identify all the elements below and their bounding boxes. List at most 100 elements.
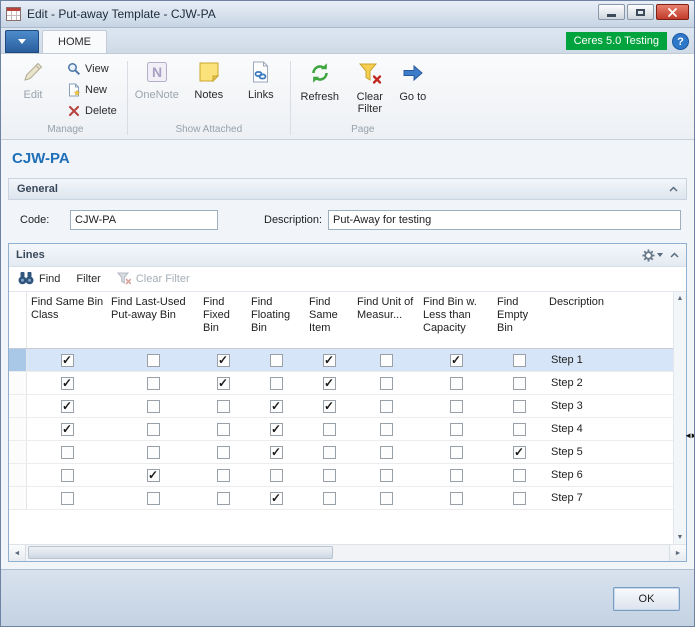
- description-cell[interactable]: Step 3: [545, 400, 673, 412]
- code-input[interactable]: [70, 210, 218, 230]
- row-selector[interactable]: [9, 418, 27, 440]
- checkbox[interactable]: [450, 423, 463, 436]
- checkbox[interactable]: [323, 423, 336, 436]
- column-header[interactable]: Find Last-Used Put-away Bin: [107, 292, 199, 348]
- scroll-up-button[interactable]: ▲: [674, 292, 686, 305]
- horizontal-scroll-track[interactable]: [26, 545, 669, 561]
- checkbox[interactable]: [380, 469, 393, 482]
- checkbox[interactable]: [217, 492, 230, 505]
- checkbox[interactable]: [147, 377, 160, 390]
- checkbox[interactable]: ✓: [270, 400, 283, 413]
- checkbox[interactable]: [450, 446, 463, 459]
- checkbox[interactable]: [270, 354, 283, 367]
- horizontal-scroll-thumb[interactable]: [28, 546, 333, 559]
- go-to-button[interactable]: Go to: [394, 56, 432, 120]
- lines-section-header[interactable]: Lines: [9, 244, 686, 267]
- help-button[interactable]: ?: [672, 33, 689, 50]
- app-menu-button[interactable]: [5, 30, 39, 53]
- column-header[interactable]: Find Bin w. Less than Capacity: [419, 292, 493, 348]
- description-cell[interactable]: Step 6: [545, 469, 673, 481]
- window-resize-handle[interactable]: ◄►: [684, 431, 695, 440]
- checkbox[interactable]: [513, 377, 526, 390]
- delete-button[interactable]: Delete: [59, 100, 124, 121]
- scroll-right-button[interactable]: ►: [669, 545, 686, 561]
- description-cell[interactable]: Step 7: [545, 492, 673, 504]
- collapse-general-chevron-icon[interactable]: [669, 186, 678, 192]
- refresh-button[interactable]: Refresh: [294, 56, 346, 120]
- checkbox[interactable]: [450, 400, 463, 413]
- close-button[interactable]: [656, 4, 689, 20]
- checkbox[interactable]: [450, 469, 463, 482]
- checkbox[interactable]: [61, 469, 74, 482]
- checkbox[interactable]: [217, 446, 230, 459]
- checkbox[interactable]: ✓: [61, 377, 74, 390]
- checkbox[interactable]: ✓: [61, 400, 74, 413]
- vertical-scroll-track[interactable]: [674, 305, 686, 531]
- grid-row[interactable]: ✓ ✓ Step 4: [9, 418, 673, 441]
- checkbox[interactable]: [217, 423, 230, 436]
- maximize-button[interactable]: [627, 4, 654, 20]
- checkbox[interactable]: [513, 492, 526, 505]
- grid-row[interactable]: ✓✓✓✓Step 1: [9, 349, 673, 372]
- checkbox[interactable]: ✓: [61, 423, 74, 436]
- checkbox[interactable]: [450, 377, 463, 390]
- checkbox[interactable]: [217, 400, 230, 413]
- checkbox[interactable]: [217, 469, 230, 482]
- clear-filter-ribbon-button[interactable]: Clear Filter: [346, 56, 394, 120]
- checkbox[interactable]: [380, 354, 393, 367]
- notes-button[interactable]: Notes: [183, 56, 235, 120]
- ok-button[interactable]: OK: [613, 587, 680, 611]
- column-header[interactable]: Find Same Bin Class: [27, 292, 107, 348]
- horizontal-scrollbar[interactable]: ◄ ►: [9, 544, 686, 561]
- view-button[interactable]: View: [59, 58, 124, 79]
- actions-gear-icon[interactable]: [642, 249, 663, 262]
- checkbox[interactable]: ✓: [270, 423, 283, 436]
- checkbox[interactable]: ✓: [217, 377, 230, 390]
- new-button[interactable]: New: [59, 79, 124, 100]
- description-cell[interactable]: Step 1: [545, 354, 673, 366]
- checkbox[interactable]: [513, 354, 526, 367]
- checkbox[interactable]: [323, 446, 336, 459]
- checkbox[interactable]: [270, 469, 283, 482]
- row-selector[interactable]: [9, 395, 27, 417]
- description-cell[interactable]: Step 2: [545, 377, 673, 389]
- row-selector[interactable]: [9, 349, 27, 371]
- row-selector[interactable]: [9, 441, 27, 463]
- checkbox[interactable]: ✓: [61, 354, 74, 367]
- filter-button[interactable]: Filter: [76, 273, 100, 285]
- checkbox[interactable]: [380, 400, 393, 413]
- checkbox[interactable]: [380, 446, 393, 459]
- grid-row[interactable]: ✓ ✓ ✓ Step 2: [9, 372, 673, 395]
- checkbox[interactable]: [270, 377, 283, 390]
- minimize-button[interactable]: [598, 4, 625, 20]
- checkbox[interactable]: [323, 492, 336, 505]
- description-input[interactable]: [328, 210, 681, 230]
- checkbox[interactable]: ✓: [147, 469, 160, 482]
- grid-row[interactable]: ✓ Step 7: [9, 487, 673, 510]
- checkbox[interactable]: [450, 492, 463, 505]
- checkbox[interactable]: [147, 400, 160, 413]
- description-cell[interactable]: Step 4: [545, 423, 673, 435]
- row-selector[interactable]: [9, 372, 27, 394]
- checkbox[interactable]: ✓: [323, 400, 336, 413]
- column-header[interactable]: Find Fixed Bin: [199, 292, 247, 348]
- checkbox[interactable]: ✓: [513, 446, 526, 459]
- grid-row[interactable]: ✓ Step 6: [9, 464, 673, 487]
- checkbox[interactable]: [380, 492, 393, 505]
- checkbox[interactable]: ✓: [323, 377, 336, 390]
- column-header[interactable]: Find Floating Bin: [247, 292, 305, 348]
- checkbox[interactable]: ✓: [450, 354, 463, 367]
- links-button[interactable]: Links: [235, 56, 287, 120]
- checkbox[interactable]: [323, 469, 336, 482]
- find-button[interactable]: Find: [18, 271, 60, 288]
- grid-row[interactable]: ✓ ✓ ✓ Step 3: [9, 395, 673, 418]
- checkbox[interactable]: [147, 423, 160, 436]
- checkbox[interactable]: ✓: [270, 446, 283, 459]
- scroll-down-button[interactable]: ▼: [674, 531, 686, 544]
- checkbox[interactable]: ✓: [270, 492, 283, 505]
- checkbox[interactable]: [147, 354, 160, 367]
- checkbox[interactable]: ✓: [217, 354, 230, 367]
- checkbox[interactable]: [147, 492, 160, 505]
- checkbox[interactable]: [380, 377, 393, 390]
- checkbox[interactable]: [513, 400, 526, 413]
